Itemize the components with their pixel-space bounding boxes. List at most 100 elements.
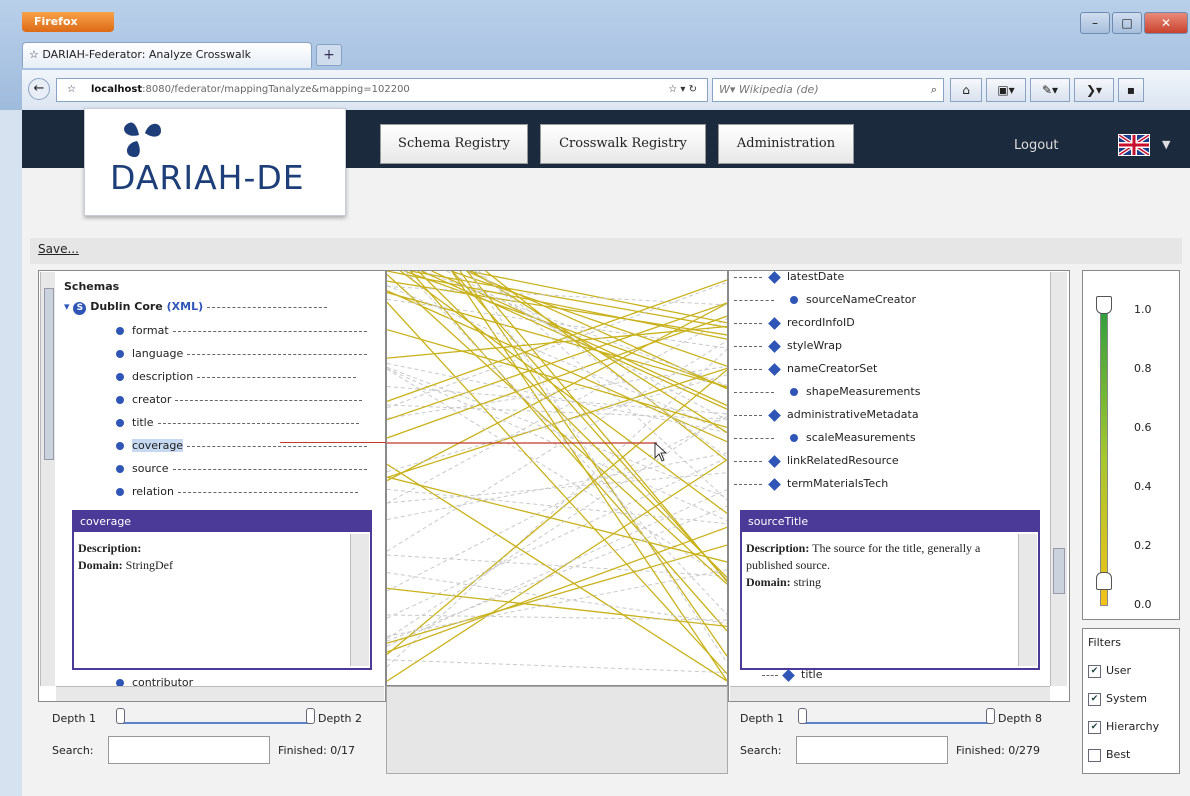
mapping-footer (386, 686, 728, 774)
left-depth-handle-max[interactable] (306, 708, 315, 724)
tree-item-styleWrap[interactable]: styleWrap (734, 339, 842, 353)
right-depth-slider[interactable] (800, 712, 990, 724)
nav-administration[interactable]: Administration (718, 124, 854, 164)
browser-tab[interactable]: ☆ DARIAH-Federator: Analyze Crosswalk (22, 42, 312, 68)
complex-type-icon (768, 408, 781, 422)
element-dot-icon (790, 296, 798, 304)
right-vertical-scrollbar[interactable] (1050, 272, 1067, 686)
mapping-line (387, 526, 727, 653)
checkbox-icon[interactable] (1088, 748, 1101, 762)
firefox-menu-button[interactable]: Firefox (22, 12, 114, 32)
threshold-tick-label: 0.8 (1134, 362, 1152, 375)
logout-link[interactable]: Logout (1014, 138, 1059, 153)
forward-menu-icon[interactable]: ❯▾ (1074, 78, 1114, 102)
tree-item-sourceNameCreator[interactable]: sourceNameCreator (734, 293, 916, 306)
tree-item-termMaterialsTech[interactable]: termMaterialsTech (734, 477, 889, 491)
left-depth-handle-min[interactable] (116, 708, 125, 724)
domain-label: Domain: (78, 558, 123, 572)
url-bar[interactable]: ☆ localhost:8080/federator/mappingTanalyz… (56, 78, 708, 102)
checkbox-icon[interactable]: ✔ (1088, 720, 1101, 734)
right-element-popup: sourceTitle Description: The source for … (740, 510, 1040, 670)
new-tab-button[interactable]: + (316, 44, 342, 66)
threshold-tick-label: 0.2 (1134, 539, 1152, 552)
schema-node[interactable]: ▾ S Dublin Core (XML) (64, 300, 327, 315)
left-horizontal-scrollbar[interactable] (56, 686, 384, 701)
minimize-icon[interactable]: – (1080, 12, 1110, 34)
tree-item-recordInfoID[interactable]: recordInfoID (734, 316, 855, 330)
tree-item-latestDate[interactable]: latestDate (734, 270, 844, 284)
right-search-input[interactable] (796, 736, 948, 764)
search-icon[interactable]: ⌕ (931, 79, 937, 101)
site-identity-icon: ☆ (67, 84, 76, 95)
tree-item-label: coverage (132, 439, 184, 452)
schema-icon: S (73, 302, 87, 315)
nav-crosswalk-registry[interactable]: Crosswalk Registry (540, 124, 706, 164)
close-icon[interactable]: ✕ (1144, 12, 1188, 34)
tree-item-coverage[interactable]: coverage (116, 439, 368, 452)
description-label: Description: (746, 541, 810, 555)
home-icon[interactable]: ⌂ (950, 78, 982, 102)
language-flag-icon[interactable] (1117, 133, 1151, 157)
tree-item-shapeMeasurements[interactable]: shapeMeasurements (734, 385, 920, 398)
threshold-tick-label: 0.4 (1134, 480, 1152, 493)
threshold-slider-track[interactable] (1100, 308, 1108, 606)
tree-item-source[interactable]: source (116, 462, 367, 475)
right-horizontal-scrollbar[interactable] (730, 686, 1050, 701)
mapping-connector (734, 322, 762, 324)
filter-hierarchy[interactable]: ✔ Hierarchy (1088, 720, 1159, 734)
tree-item-relation[interactable]: relation (116, 485, 358, 498)
right-depth-handle-max[interactable] (986, 708, 995, 724)
tree-item-title[interactable]: title (116, 416, 359, 429)
mapping-connector (172, 468, 367, 470)
left-search-input[interactable] (108, 736, 270, 764)
popup-scrollbar[interactable] (350, 534, 369, 666)
element-dot-icon (116, 488, 124, 496)
logo-text: DARIAH-DE (110, 158, 305, 197)
tree-item-creator[interactable]: creator (116, 393, 363, 406)
logo-mark-icon (124, 122, 161, 157)
element-dot-icon (116, 350, 124, 358)
element-dot-icon (116, 327, 124, 335)
complex-type-icon (768, 454, 781, 468)
language-dropdown-icon[interactable]: ▼ (1162, 138, 1170, 151)
addon-icon[interactable]: ▪ (1118, 78, 1144, 102)
downloads-icon[interactable]: ▣▾ (986, 78, 1026, 102)
left-depth-slider[interactable] (118, 712, 310, 724)
save-link[interactable]: Save... (38, 242, 79, 256)
tree-item-label: termMaterialsTech (787, 477, 889, 490)
search-engine-field[interactable]: W▾ Wikipedia (de) ⌕ (712, 78, 944, 102)
mapping-line (387, 328, 727, 429)
tree-item-language[interactable]: language (116, 347, 368, 360)
tree-item-format[interactable]: format (116, 324, 367, 337)
left-scroll-thumb[interactable] (44, 288, 54, 460)
nav-schema-registry[interactable]: Schema Registry (380, 124, 528, 164)
tree-item-linkRelatedResource[interactable]: linkRelatedResource (734, 454, 899, 468)
popup-scrollbar[interactable] (1018, 534, 1037, 666)
checkbox-icon[interactable]: ✔ (1088, 692, 1101, 706)
back-arrow-icon[interactable]: ← (28, 78, 50, 100)
tree-item-administrativeMetadata[interactable]: administrativeMetadata (734, 408, 919, 422)
right-scroll-thumb[interactable] (1053, 548, 1065, 594)
mapping-connector (734, 414, 762, 416)
mapping-canvas[interactable] (386, 270, 728, 686)
element-dot-icon (116, 419, 124, 427)
checkbox-icon[interactable]: ✔ (1088, 664, 1101, 678)
tree-item-scaleMeasurements[interactable]: scaleMeasurements (734, 431, 916, 444)
filter-best[interactable]: Best (1088, 748, 1130, 762)
tools-icon[interactable]: ✎▾ (1030, 78, 1070, 102)
tree-item-nameCreatorSet[interactable]: nameCreatorSet (734, 362, 877, 376)
threshold-lower-handle[interactable] (1096, 572, 1112, 590)
tree-item-description[interactable]: description (116, 370, 357, 383)
maximize-icon[interactable]: □ (1112, 12, 1142, 34)
complex-type-icon (768, 339, 781, 353)
mapping-line (466, 271, 727, 583)
url-path: :8080/federator/mappingTanalyze&mapping=… (142, 84, 410, 95)
filter-system[interactable]: ✔ System (1088, 692, 1147, 706)
left-element-popup: coverage Description: Domain: StringDef (72, 510, 372, 670)
filter-user[interactable]: ✔ User (1088, 664, 1131, 678)
element-dot-icon (116, 465, 124, 473)
threshold-upper-handle[interactable] (1096, 296, 1112, 314)
right-depth-handle-min[interactable] (798, 708, 807, 724)
left-depth-min: Depth 1 (52, 712, 96, 725)
bookmark-star-icon[interactable]: ☆ ▾ ↻ (668, 79, 697, 101)
